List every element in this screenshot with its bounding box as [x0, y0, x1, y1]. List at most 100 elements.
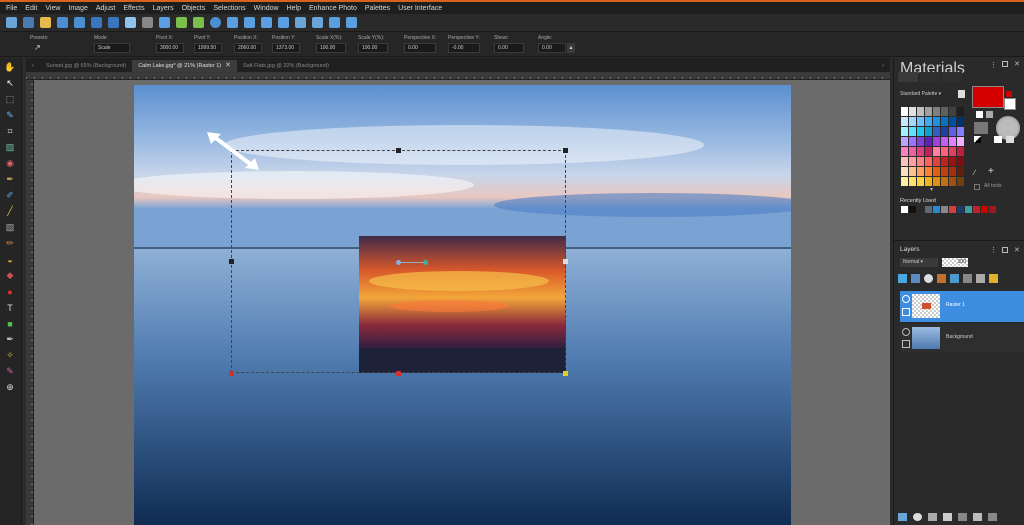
- swatch-cell[interactable]: [933, 127, 940, 136]
- tab-sunset[interactable]: Sunset.jpg @ 65% (Background): [40, 60, 132, 72]
- angle-spinner-icon[interactable]: ▴: [567, 43, 575, 53]
- materials-menu-icon[interactable]: ⋮: [990, 61, 997, 69]
- scale-y-field[interactable]: 100.00: [358, 43, 388, 53]
- transform-handle-right[interactable]: [563, 259, 568, 264]
- swatch-cell[interactable]: [901, 157, 908, 166]
- crop-tool-icon[interactable]: ⌗: [4, 126, 16, 137]
- menu-palettes[interactable]: Palettes: [365, 5, 390, 12]
- zoom-out-icon[interactable]: [261, 17, 272, 28]
- visibility-toggle-icon[interactable]: [928, 513, 937, 521]
- undo-icon[interactable]: [125, 17, 136, 28]
- swatch-cell[interactable]: [957, 167, 964, 176]
- swatch-cell[interactable]: [957, 137, 964, 146]
- new-raster-layer-icon[interactable]: [898, 274, 907, 283]
- recent-swatch[interactable]: [925, 206, 932, 213]
- pan-tool-icon[interactable]: ✋: [4, 62, 16, 73]
- group-layer-icon[interactable]: [963, 274, 972, 283]
- tab-salt-flats[interactable]: Salt Flats.jpg @ 32% (Background): [237, 60, 335, 72]
- scale-x-field[interactable]: 100.00: [316, 43, 346, 53]
- swatch-cell[interactable]: [933, 167, 940, 176]
- materials-close-icon[interactable]: ✕: [1014, 60, 1020, 68]
- swatch-cell[interactable]: [933, 107, 940, 116]
- swatch-cell[interactable]: [925, 107, 932, 116]
- transform-handle-top-right[interactable]: [563, 148, 568, 153]
- swatch-cell[interactable]: [925, 147, 932, 156]
- delete-layer-icon[interactable]: [973, 513, 982, 521]
- swatch-cell[interactable]: [925, 127, 932, 136]
- swatch-cell[interactable]: [917, 167, 924, 176]
- swatch-cell[interactable]: [909, 137, 916, 146]
- swatch-cell[interactable]: [901, 137, 908, 146]
- fit-window-icon[interactable]: [210, 17, 221, 28]
- layer-visibility-icon[interactable]: [902, 328, 910, 336]
- layer-visibility-icon[interactable]: [902, 295, 910, 303]
- recent-swatch[interactable]: [981, 206, 988, 213]
- pivot-x-field[interactable]: 3000.00: [156, 43, 184, 53]
- recent-swatch[interactable]: [901, 206, 908, 213]
- fill-tool-icon[interactable]: ●: [4, 286, 16, 297]
- swatches-tab-icon[interactable]: [942, 72, 962, 82]
- swatch-cell[interactable]: [949, 127, 956, 136]
- selection-tool-icon[interactable]: ⬚: [4, 94, 16, 105]
- menu-selections[interactable]: Selections: [213, 5, 245, 12]
- swatch-cell[interactable]: [917, 147, 924, 156]
- save-icon[interactable]: [74, 17, 85, 28]
- crop-icon[interactable]: [159, 17, 170, 28]
- foreground-color-swatch[interactable]: [972, 86, 1004, 108]
- transform-handle-bottom-left[interactable]: [229, 371, 234, 376]
- swatch-cell[interactable]: [957, 147, 964, 156]
- menu-user-interface[interactable]: User Interface: [398, 5, 442, 12]
- layer-row-raster-1[interactable]: Raster 1: [900, 291, 1024, 322]
- recent-swatch[interactable]: [989, 206, 996, 213]
- position-y-field[interactable]: 1373.00: [272, 43, 300, 53]
- menu-layers[interactable]: Layers: [153, 5, 174, 12]
- recent-colors[interactable]: [901, 206, 996, 213]
- layers-float-icon[interactable]: [1002, 247, 1008, 253]
- picture-tube-icon[interactable]: ✎: [4, 366, 16, 377]
- swatch-cell[interactable]: [917, 127, 924, 136]
- add-tool-icon[interactable]: ⊕: [4, 382, 16, 393]
- palette-options-icon[interactable]: [958, 90, 965, 98]
- edit-palette-icon[interactable]: ∕: [974, 168, 975, 177]
- blend-mode-select[interactable]: Normal ▾: [900, 258, 938, 267]
- new-image-icon[interactable]: [23, 17, 34, 28]
- actual-size-icon[interactable]: [278, 17, 289, 28]
- swatch-cell[interactable]: [941, 127, 948, 136]
- tab-calm-lake[interactable]: Calm Lake.jpg* @ 21% (Raster 1) ✕: [132, 60, 237, 72]
- layout-icon[interactable]: [346, 17, 357, 28]
- brush-layer-icon[interactable]: [937, 274, 946, 283]
- swatch-cell[interactable]: [941, 157, 948, 166]
- menu-window[interactable]: Window: [254, 5, 279, 12]
- pivot-y-field[interactable]: 1999.50: [194, 43, 222, 53]
- presets-pointer-icon[interactable]: ↗: [34, 43, 48, 53]
- scan-icon[interactable]: [57, 17, 68, 28]
- background-color-swatch[interactable]: [1004, 98, 1016, 110]
- swatch-cell[interactable]: [909, 177, 916, 186]
- all-tools-checkbox[interactable]: [974, 184, 980, 190]
- image-icon[interactable]: [295, 17, 306, 28]
- swatch-cell[interactable]: [925, 137, 932, 146]
- tabs-scroll-right-icon[interactable]: ›: [876, 60, 890, 72]
- rotate-right-icon[interactable]: [193, 17, 204, 28]
- add-swatch-icon[interactable]: +: [988, 166, 994, 177]
- pick-tool-icon[interactable]: ↖: [4, 78, 16, 89]
- rotation-pivot-handle[interactable]: [396, 259, 428, 265]
- close-tab-icon[interactable]: ✕: [225, 60, 231, 72]
- redo-icon[interactable]: [142, 17, 153, 28]
- swatch-cell[interactable]: [909, 107, 916, 116]
- swap-colors-icon[interactable]: [1006, 91, 1012, 97]
- swatch-cell[interactable]: [949, 147, 956, 156]
- swatch-cell[interactable]: [909, 127, 916, 136]
- open-folder-icon[interactable]: [40, 17, 51, 28]
- print-icon[interactable]: [108, 17, 119, 28]
- swatch-cell[interactable]: [925, 167, 932, 176]
- pattern-icon[interactable]: [974, 122, 988, 134]
- text-tool-icon[interactable]: T: [4, 302, 16, 313]
- gradient-toggle-icon[interactable]: [986, 111, 993, 118]
- layers-menu-icon[interactable]: ⋮: [990, 246, 997, 254]
- position-x-field[interactable]: 2060.00: [234, 43, 262, 53]
- rainbow-tab-icon[interactable]: [920, 72, 940, 82]
- tabs-scroll-left-icon[interactable]: ‹: [26, 60, 40, 72]
- swatch-cell[interactable]: [909, 117, 916, 126]
- recent-swatch[interactable]: [917, 206, 924, 213]
